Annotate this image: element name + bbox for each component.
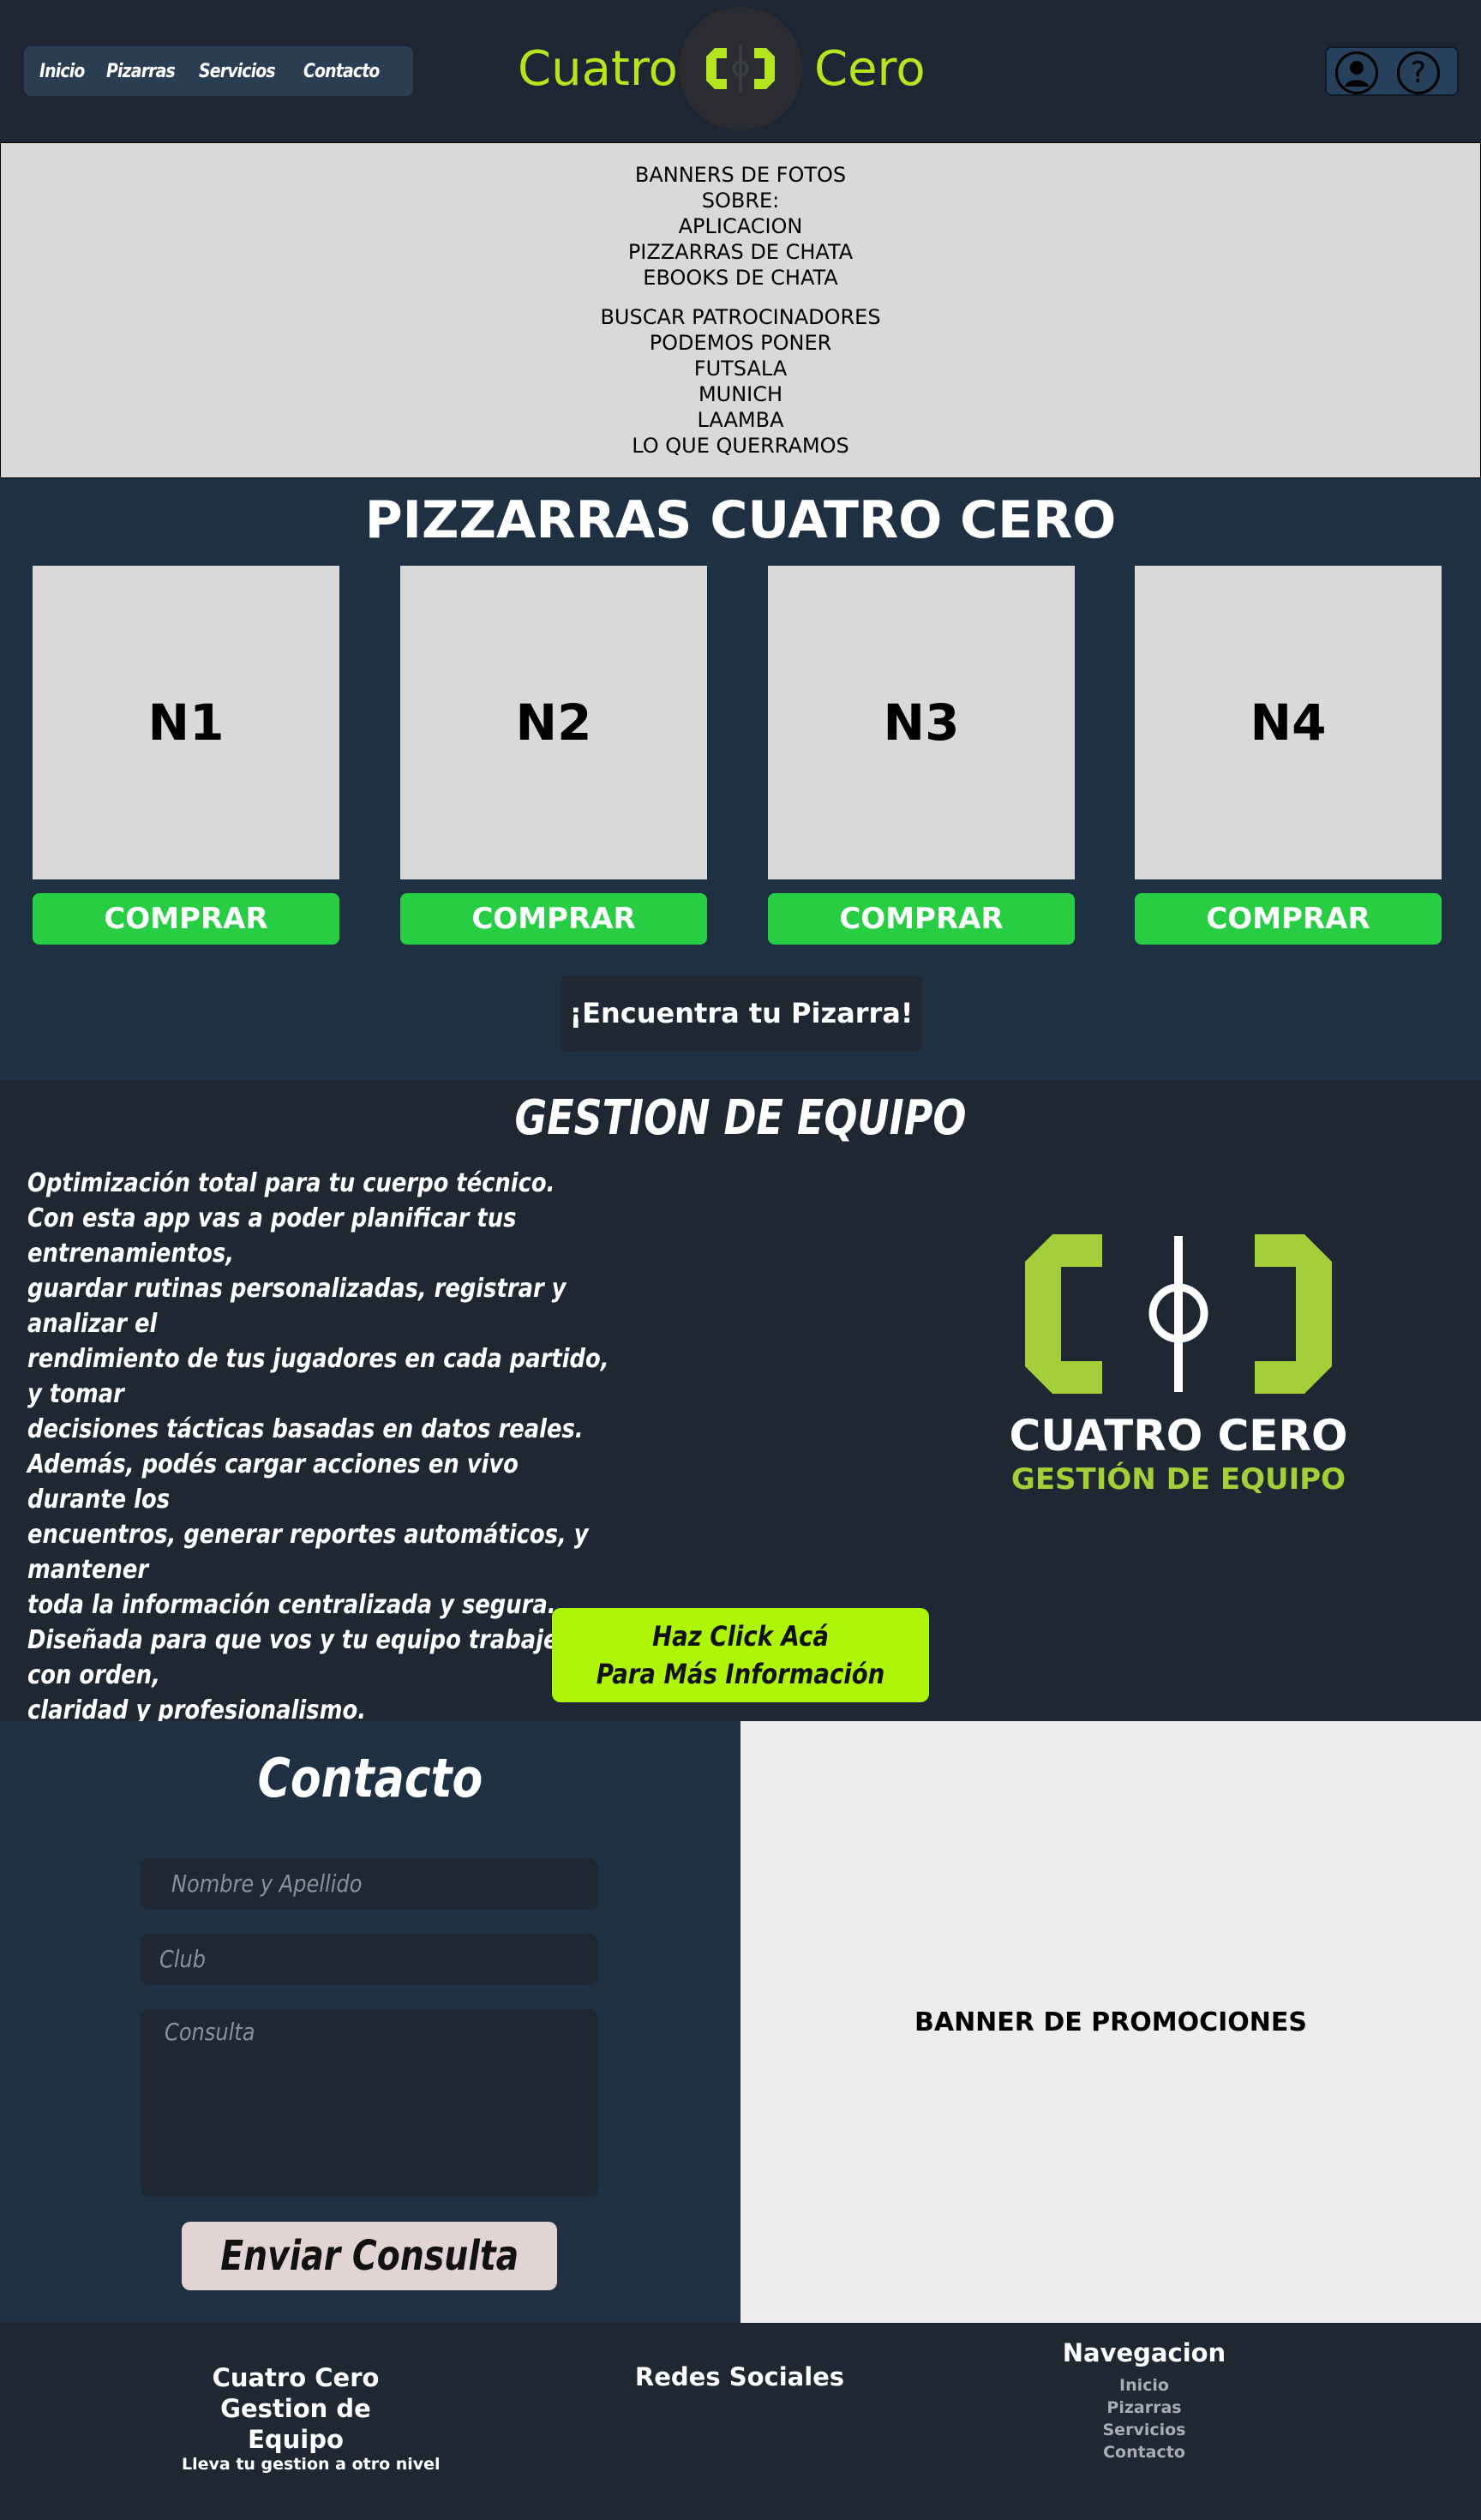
name-placeholder: Nombre y Apellido — [171, 1869, 363, 1898]
gestion-logo-icon: CUATRO CERO GESTIÓN DE EQUIPO — [1010, 1234, 1348, 1497]
send-query-button[interactable]: Enviar Consulta — [182, 2222, 557, 2290]
footer: Cuatro Cero Gestion de Equipo Lleva tu g… — [0, 2323, 1481, 2520]
club-field[interactable]: Club — [141, 1934, 598, 1985]
banner-line: MUNICH — [698, 382, 783, 406]
banner-line: EBOOKS DE CHATA — [643, 266, 838, 290]
nav-inicio[interactable]: Inicio — [39, 61, 85, 82]
banner-line: BANNERS DE FOTOS — [634, 163, 847, 187]
product-label: N2 — [515, 693, 592, 752]
footer-link-contacto[interactable]: Contacto — [1028, 2441, 1260, 2463]
gestion-logo-subtitle: GESTIÓN DE EQUIPO — [1011, 1461, 1346, 1497]
photo-banner: BANNERS DE FOTOS SOBRE: APLICACION PIZZA… — [0, 142, 1481, 478]
contact-title: Contacto — [257, 1747, 483, 1809]
contact-section: Contacto Nombre y Apellido Club Consulta… — [0, 1721, 740, 2323]
nav-contacto[interactable]: Contacto — [303, 61, 380, 82]
footer-link-servicios[interactable]: Servicios — [1028, 2419, 1260, 2441]
pizarras-section: PIZZARRAS CUATRO CERO N1 N2 N3 N4 COMPRA… — [0, 478, 1481, 1080]
footer-link-inicio[interactable]: Inicio — [1028, 2374, 1260, 2397]
help-icon[interactable]: ? — [1397, 51, 1440, 94]
send-label: Enviar Consulta — [219, 2232, 519, 2280]
gestion-title: GESTION DE EQUIPO — [514, 1090, 967, 1146]
more-info-line2: Para Más Información — [596, 1658, 885, 1690]
promo-banner: BANNER DE PROMOCIONES — [740, 1721, 1481, 2323]
brand-logo[interactable] — [679, 7, 802, 130]
product-card-n2[interactable]: N2 — [400, 566, 707, 879]
query-placeholder: Consulta — [165, 2018, 255, 2046]
footer-nav: Navegacion Inicio Pizarras Servicios Con… — [1028, 2338, 1260, 2463]
footer-tagline: Lleva tu gestion a otro nivel — [182, 2455, 441, 2474]
footer-brand: Cuatro Cero Gestion de Equipo — [171, 2362, 420, 2455]
footer-brand-line2: Gestion de Equipo — [220, 2394, 371, 2454]
name-field[interactable]: Nombre y Apellido — [141, 1858, 598, 1910]
nav-servicios[interactable]: Servicios — [199, 61, 276, 82]
banner-line: LO QUE QUERRAMOS — [632, 434, 849, 458]
brand-logo-icon — [706, 46, 775, 91]
product-card-n1[interactable]: N1 — [33, 566, 339, 879]
user-icon[interactable] — [1335, 51, 1378, 94]
footer-link-pizarras[interactable]: Pizarras — [1028, 2397, 1260, 2419]
banner-line: SOBRE: — [701, 189, 780, 213]
buy-button-n4[interactable]: COMPRAR — [1135, 893, 1442, 945]
buy-button-n2[interactable]: COMPRAR — [400, 893, 707, 945]
gestion-section: GESTION DE EQUIPO Optimización total par… — [0, 1080, 1481, 1725]
brand-name-left: Cuatro — [518, 41, 678, 97]
club-placeholder: Club — [159, 1945, 207, 1973]
gestion-logo: CUATRO CERO GESTIÓN DE EQUIPO — [986, 1234, 1371, 1517]
nav-pizarras[interactable]: Pizarras — [106, 61, 176, 82]
query-field[interactable]: Consulta — [141, 2009, 598, 2196]
header: Inicio Pizarras Servicios Contacto Cuatr… — [0, 0, 1481, 142]
pizarras-title: PIZZARRAS CUATRO CERO — [364, 490, 1117, 550]
footer-social-title: Redes Sociales — [634, 2362, 845, 2391]
banner-line: PODEMOS PONER — [649, 331, 832, 355]
more-info-button[interactable]: Haz Click Acá Para Más Información — [552, 1608, 929, 1702]
gestion-description: Optimización total para tu cuerpo técnic… — [27, 1168, 609, 1725]
buy-button-n3[interactable]: COMPRAR — [768, 893, 1075, 945]
brand-name-right: Cero — [814, 41, 926, 97]
banner-line: PIZZARRAS DE CHATA — [627, 240, 854, 264]
find-pizarra-button[interactable]: ¡Encuentra tu Pizarra! — [561, 975, 922, 1051]
banner-line: APLICACION — [678, 214, 803, 238]
product-card-n3[interactable]: N3 — [768, 566, 1075, 879]
account-toolbar: ? — [1325, 46, 1459, 96]
product-label: N4 — [1250, 693, 1327, 752]
main-nav: Inicio Pizarras Servicios Contacto — [24, 46, 413, 96]
gestion-logo-title: CUATRO CERO — [1010, 1411, 1348, 1461]
banner-line: FUTSALA — [693, 357, 788, 381]
product-label: N3 — [883, 693, 960, 752]
footer-brand-line1: Cuatro Cero — [212, 2363, 380, 2392]
product-card-n4[interactable]: N4 — [1135, 566, 1442, 879]
banner-line: BUSCAR PATROCINADORES — [600, 305, 881, 329]
banner-line: LAAMBA — [697, 408, 784, 432]
buy-button-n1[interactable]: COMPRAR — [33, 893, 339, 945]
product-label: N1 — [147, 693, 225, 752]
footer-nav-title: Navegacion — [1062, 2338, 1226, 2367]
more-info-line1: Haz Click Acá — [652, 1620, 829, 1653]
